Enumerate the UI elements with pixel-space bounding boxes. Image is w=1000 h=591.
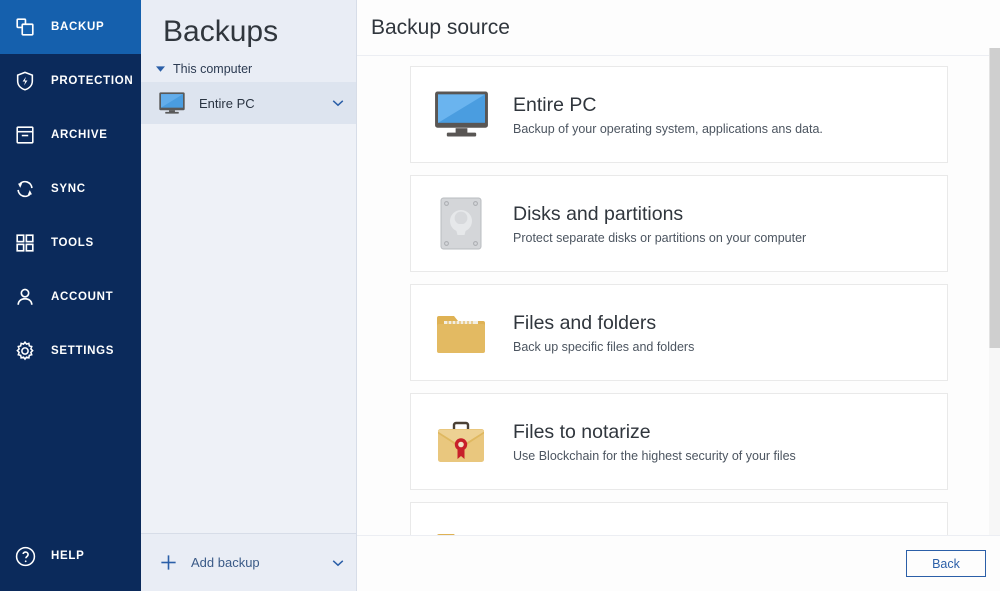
copy-icon xyxy=(12,14,38,40)
scrollbar-thumb[interactable] xyxy=(989,48,1000,348)
folder-icon xyxy=(433,305,489,361)
nav-item-protection[interactable]: PROTECTION xyxy=(0,54,141,108)
chevron-down-icon[interactable] xyxy=(332,99,344,107)
nav-spacer xyxy=(0,378,141,529)
nav-item-label: BACKUP xyxy=(51,21,104,33)
help-circle-icon xyxy=(12,543,38,569)
nav-item-backup[interactable]: BACKUP xyxy=(0,0,141,54)
back-button[interactable]: Back xyxy=(906,550,986,577)
backup-source-card-maize[interactable]: MAIZE xyxy=(410,502,948,535)
gear-icon xyxy=(12,338,38,364)
add-backup-label: Add backup xyxy=(191,555,320,570)
nav-item-label: ACCOUNT xyxy=(51,291,113,303)
hard-disk-icon xyxy=(433,196,489,252)
sidebar-group-this-computer[interactable]: This computer xyxy=(141,56,356,82)
backup-source-list: Entire PC Backup of your operating syste… xyxy=(357,56,1000,535)
nav-item-label: HELP xyxy=(51,550,84,562)
nav-item-account[interactable]: ACCOUNT xyxy=(0,270,141,324)
backup-source-card-disks-and-partitions[interactable]: Disks and partitions Protect separate di… xyxy=(410,175,948,272)
card-text-block: Files and folders Back up specific files… xyxy=(513,310,694,356)
nav-item-label: ARCHIVE xyxy=(51,129,108,141)
card-text-block: Entire PC Backup of your operating syste… xyxy=(513,92,823,138)
main-content: Backup source Entire PC Backup of your o… xyxy=(357,0,1000,591)
nav-item-label: PROTECTION xyxy=(51,75,133,87)
card-subtitle: Protect separate disks or partitions on … xyxy=(513,230,806,247)
nav-item-sync[interactable]: SYNC xyxy=(0,162,141,216)
main-footer: Back xyxy=(357,535,1000,591)
caret-down-icon xyxy=(155,64,165,74)
sidebar-empty-area xyxy=(141,124,356,533)
grid-icon xyxy=(12,230,38,256)
card-title: Files and folders xyxy=(513,310,694,336)
sidebar-title: Backups xyxy=(141,0,356,56)
nav-item-settings[interactable]: SETTINGS xyxy=(0,324,141,378)
user-icon xyxy=(12,284,38,310)
main-header: Backup source xyxy=(357,0,1000,56)
card-title: Files to notarize xyxy=(513,419,796,445)
page-title: Backup source xyxy=(371,16,510,40)
card-subtitle: Back up specific files and folders xyxy=(513,339,694,356)
shield-icon xyxy=(12,68,38,94)
card-title: Disks and partitions xyxy=(513,201,806,227)
monitor-icon xyxy=(157,91,187,115)
chevron-down-icon[interactable] xyxy=(332,559,344,567)
nav-item-help[interactable]: HELP xyxy=(0,529,141,583)
folder-icon xyxy=(433,523,489,536)
nav-item-label: TOOLS xyxy=(51,237,94,249)
briefcase-notary-icon xyxy=(433,414,489,470)
card-text-block: Files to notarize Use Blockchain for the… xyxy=(513,419,796,465)
plus-icon xyxy=(157,553,179,572)
backup-source-card-files-to-notarize[interactable]: Files to notarize Use Blockchain for the… xyxy=(410,393,948,490)
backup-source-card-entire-pc[interactable]: Entire PC Backup of your operating syste… xyxy=(410,66,948,163)
nav-item-label: SYNC xyxy=(51,183,86,195)
nav-item-tools[interactable]: TOOLS xyxy=(0,216,141,270)
card-subtitle: Backup of your operating system, applica… xyxy=(513,121,823,138)
application-window: BACKUP PROTECTION ARCHIVE xyxy=(0,0,1000,591)
sidebar-item-entire-pc[interactable]: Entire PC xyxy=(141,82,356,124)
sidebar-group-label: This computer xyxy=(173,62,252,76)
card-subtitle: Use Blockchain for the highest security … xyxy=(513,448,796,465)
add-backup-button[interactable]: Add backup xyxy=(141,533,356,591)
primary-navigation-rail: BACKUP PROTECTION ARCHIVE xyxy=(0,0,141,591)
backup-source-card-files-and-folders[interactable]: Files and folders Back up specific files… xyxy=(410,284,948,381)
nav-item-archive[interactable]: ARCHIVE xyxy=(0,108,141,162)
nav-item-label: SETTINGS xyxy=(51,345,114,357)
archive-icon xyxy=(12,122,38,148)
backups-sidebar: Backups This computer Entire PC xyxy=(141,0,357,591)
sync-icon xyxy=(12,176,38,202)
sidebar-item-label: Entire PC xyxy=(199,96,320,111)
card-text-block: Disks and partitions Protect separate di… xyxy=(513,201,806,247)
card-title: Entire PC xyxy=(513,92,823,118)
monitor-icon xyxy=(433,87,489,143)
